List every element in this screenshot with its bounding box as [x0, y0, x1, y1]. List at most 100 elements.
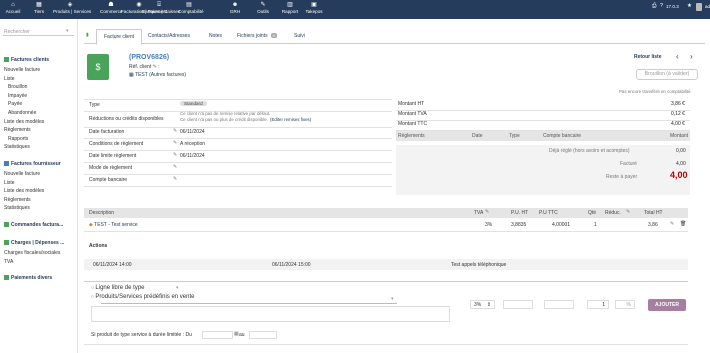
thirdparty-link[interactable]: ▦ TEST (Autres factures) [129, 72, 186, 78]
divider [84, 186, 392, 187]
reduc-edit-icon[interactable]: ✎ [626, 209, 630, 215]
edit-line-icon[interactable]: ✎ [670, 221, 674, 227]
search-dropdown-icon[interactable]: ▾ [66, 28, 69, 34]
invoice-big-icon: $ [87, 54, 109, 80]
product-dropdown-icon[interactable]: ▾ [391, 296, 394, 302]
sidebar-section-0[interactable]: Factures clients [4, 57, 49, 63]
topmenu-users[interactable]: ☻ GRH [224, 1, 246, 14]
topmenu-cash-register[interactable]: ▣ Takepos [303, 1, 325, 14]
unit-price-input[interactable] [503, 300, 533, 309]
search-input[interactable]: Rechercher [3, 27, 74, 36]
edit-pencil-icon[interactable]: ✎ [173, 140, 177, 146]
edit-pencil-icon[interactable]: ✎ [153, 64, 157, 70]
left-sidebar: Rechercher ▾ Factures clients Nouvelle fa… [0, 19, 78, 353]
delete-line-icon[interactable]: 🗑 [680, 221, 686, 227]
next-arrow-icon[interactable]: › [690, 52, 693, 61]
tab-3[interactable]: Fichiers joints 0 [237, 33, 277, 39]
topmenu-bank[interactable]: ⌸ Banques | Caisses [142, 1, 180, 14]
unit-price-ttc-input[interactable] [544, 300, 574, 309]
sidebar-item[interactable]: Charges fiscales/sociales [4, 250, 60, 256]
amount-value: 0,12 € [671, 111, 685, 117]
sidebar-item[interactable]: Abandonnée [8, 110, 36, 116]
printer-icon[interactable]: ⎙ [652, 3, 656, 10]
radio-icon[interactable]: ○ [91, 294, 94, 300]
topmenu-calculator[interactable]: ▤ Comptabilité [178, 1, 204, 14]
payments-header-cell: Type [509, 133, 520, 139]
free-line-option[interactable]: ○ Ligne libre de type [91, 285, 144, 291]
field-value: 06/11/2024 [180, 153, 205, 159]
edit-pencil-icon[interactable]: ✎ [173, 128, 177, 134]
sidebar-item[interactable]: Liste des modèles [4, 188, 44, 194]
discount-input[interactable]: % [615, 300, 635, 309]
sidebar-item[interactable]: Statistiques [4, 205, 30, 211]
free-type-dropdown-icon[interactable]: ▾ [176, 285, 179, 291]
service-start-date-input[interactable] [202, 331, 233, 339]
status-draft-button[interactable]: Brouillon (à valider) [636, 69, 698, 80]
field-label: Conditions de règlement [89, 141, 144, 147]
edit-pencil-icon[interactable]: ✎ [173, 176, 177, 182]
tab-label: Contacts/Adresses [148, 33, 190, 39]
sidebar-item[interactable]: TVA [4, 259, 13, 265]
building-icon: ▦ [36, 2, 42, 8]
sidebar-item[interactable]: Brouillon [8, 84, 27, 90]
topmenu-home[interactable]: ⌂ Accueil [2, 1, 24, 14]
topmenu-building[interactable]: ▦ Tiers [28, 1, 50, 14]
sidebar-item[interactable]: Règlements [4, 197, 31, 203]
tab-1[interactable]: Contacts/Adresses [148, 33, 190, 39]
section-title: Charges | Dépenses ... [11, 240, 65, 246]
chart-icon: ▥ [287, 2, 293, 8]
quantity-input[interactable]: 1 [587, 300, 609, 309]
tab-0[interactable]: Facture client [96, 29, 143, 45]
sidebar-item[interactable]: Payée [8, 101, 22, 107]
sidebar-item[interactable]: Nouvelle facture [4, 67, 40, 73]
field-label: Type [89, 102, 100, 108]
divider [396, 110, 690, 111]
edit-pencil-icon[interactable]: ✎ [173, 164, 177, 170]
edit-discounts-link[interactable]: (Editer remises fixes) [270, 117, 311, 122]
sidebar-item[interactable]: Liste [4, 76, 15, 82]
prev-arrow-icon[interactable]: ‹ [676, 52, 679, 61]
sidebar-section-4[interactable]: Paiements divers [4, 275, 52, 281]
sidebar-item[interactable]: Règlements [4, 127, 31, 133]
avatar[interactable] [696, 3, 702, 11]
topmenu-chart[interactable]: ▥ Rapport [279, 1, 301, 14]
tva-edit-icon[interactable]: ✎ [485, 209, 489, 215]
product-row-link[interactable]: ◆ TEST - Test service [89, 222, 138, 228]
edit-pencil-icon[interactable]: ✎ [173, 152, 177, 158]
predefined-product-option[interactable]: ○ Produits/Services prédéfinis en vente [91, 294, 194, 300]
vat-rate-select[interactable]: 3% ⇕ [470, 300, 495, 309]
section-icon [4, 275, 9, 281]
sidebar-item[interactable]: Impayée [8, 93, 27, 99]
bookmark-star-icon[interactable]: ★ [687, 3, 692, 9]
sidebar-item[interactable]: Liste des modèles [4, 119, 44, 125]
top-menu-bar: ⌂ Accueil ▦ Tiers ◈ Produits | Services ☗ Comme… [0, 0, 710, 19]
sidebar-section-1[interactable]: Factures fournisseur [4, 161, 61, 167]
add-line-button[interactable]: AJOUTER [648, 299, 686, 311]
section-icon [4, 240, 9, 245]
service-end-date-input[interactable] [249, 331, 277, 339]
radio-icon[interactable]: ○ [91, 285, 94, 291]
topmenu-wrench[interactable]: ✎ Outils [252, 1, 274, 14]
tab-2[interactable]: Notes [209, 33, 222, 39]
field-label: Mode de règlement [89, 165, 133, 171]
sidebar-item[interactable]: Nouvelle facture [4, 171, 40, 177]
tab-label: Facture client [104, 34, 135, 40]
sidebar-section-3[interactable]: Charges | Dépenses ... [4, 240, 64, 246]
actions-title: Actions [89, 243, 108, 249]
help-icon[interactable]: ? [660, 3, 663, 9]
username[interactable]: admin [705, 4, 710, 9]
topmenu-briefcase[interactable]: ☗ Commerce [100, 1, 122, 14]
sidebar-item[interactable]: Liste [4, 180, 15, 186]
divider [396, 120, 690, 121]
field-label: Date limite règlement [89, 153, 137, 159]
lines-header-qty: Qté [588, 210, 597, 216]
amount-label: Montant TVA [398, 111, 427, 117]
tab-label: Fichiers joints [237, 33, 268, 39]
sidebar-item[interactable]: Statistiques [4, 144, 30, 150]
sidebar-item[interactable]: Rapports [8, 136, 28, 142]
line-description-textarea[interactable] [91, 306, 450, 322]
sidebar-section-2[interactable]: Commandes factura... [4, 222, 63, 228]
topmenu-cube[interactable]: ◈ Produits | Services [53, 1, 91, 14]
tab-4[interactable]: Suivi [294, 33, 305, 39]
back-to-list-link[interactable]: Retour liste [634, 54, 662, 60]
